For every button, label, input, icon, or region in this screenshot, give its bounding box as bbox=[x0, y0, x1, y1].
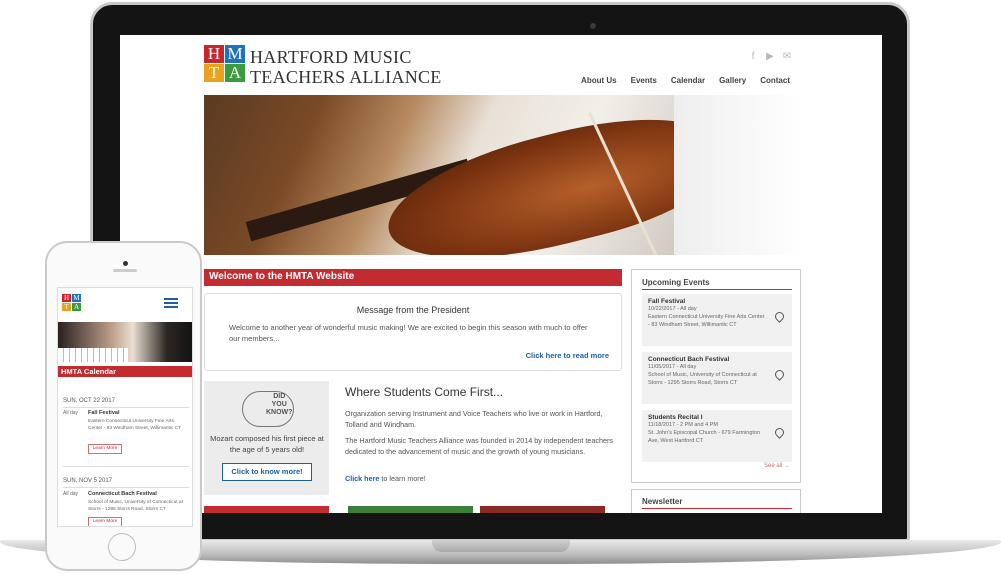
phone-camera bbox=[123, 261, 128, 266]
tile-green bbox=[348, 506, 473, 513]
read-more-link[interactable]: Click here to read more bbox=[526, 351, 609, 360]
click-here-link[interactable]: Click here bbox=[345, 474, 379, 483]
calendar-date: SUN, OCT 22 2017 bbox=[63, 398, 115, 404]
hamburger-menu-icon[interactable] bbox=[164, 298, 178, 310]
phone-speaker bbox=[113, 269, 137, 272]
learn-more-line: Click here to learn more! bbox=[345, 474, 426, 483]
event-item[interactable]: Connecticut Bach Festival 11/05/2017 - A… bbox=[642, 352, 792, 404]
tile-dark-red bbox=[480, 506, 605, 513]
map-pin-icon[interactable] bbox=[773, 368, 786, 381]
main-nav: About Us Events Calendar Gallery Contact bbox=[581, 76, 790, 85]
nav-calendar[interactable]: Calendar bbox=[671, 76, 705, 85]
know-more-button[interactable]: Click to know more! bbox=[222, 463, 312, 481]
learn-more-button[interactable]: Learn More bbox=[88, 517, 122, 526]
section-paragraph-2: The Hartford Music Teachers Alliance was… bbox=[345, 436, 613, 456]
upcoming-events-panel: Upcoming Events Fall Festival 10/22/2017… bbox=[631, 269, 801, 483]
logo-letter-t: T bbox=[204, 64, 224, 82]
social-links: f ▶ ✉ bbox=[748, 51, 792, 62]
nav-gallery[interactable]: Gallery bbox=[719, 76, 746, 85]
site-logo[interactable]: H M T A bbox=[204, 45, 250, 85]
see-all-link[interactable]: See all → bbox=[764, 463, 790, 469]
calendar-event-name[interactable]: Fall Festival bbox=[88, 410, 120, 416]
org-name: HARTFORD MUSIC TEACHERS ALLIANCE bbox=[250, 47, 442, 87]
event-item[interactable]: Fall Festival 10/22/2017 - All day Easte… bbox=[642, 294, 792, 346]
president-text: Welcome to another year of wonderful mus… bbox=[229, 323, 588, 343]
calendar-event-meta: School of Music, University of Connectic… bbox=[88, 500, 183, 512]
youtube-icon[interactable]: ▶ bbox=[765, 51, 775, 62]
divider bbox=[63, 407, 189, 408]
map-pin-icon[interactable] bbox=[773, 426, 786, 439]
calendar-date: SUN, NOV 5 2017 bbox=[63, 478, 113, 484]
laptop-screen: H M T A HARTFORD MUSIC TEACHERS ALLIANCE… bbox=[120, 35, 882, 513]
logo-letter-m: M bbox=[225, 45, 245, 63]
logo-letter-h: H bbox=[204, 45, 224, 63]
facebook-icon[interactable]: f bbox=[748, 51, 758, 62]
hero-image bbox=[204, 95, 801, 255]
calendar-event-meta: Eastern Connecticut University Fine Arts… bbox=[88, 419, 182, 431]
divider bbox=[63, 466, 189, 467]
hero-shirt bbox=[674, 95, 801, 255]
webcam bbox=[590, 23, 596, 29]
welcome-banner: Welcome to the HMTA Website bbox=[204, 269, 622, 286]
president-message: Message from the President Welcome to an… bbox=[204, 293, 622, 371]
calendar-event-name[interactable]: Connecticut Bach Festival bbox=[88, 491, 157, 497]
map-pin-icon[interactable] bbox=[773, 310, 786, 323]
section-title: Where Students Come First... bbox=[345, 385, 504, 399]
phone-calendar-title: HMTA Calendar bbox=[58, 366, 192, 377]
event-item[interactable]: Students Recital I 11/18/2017 - 2 PM and… bbox=[642, 410, 792, 462]
did-you-know-label: DID YOU KNOW? bbox=[266, 393, 293, 416]
divider bbox=[63, 487, 189, 488]
logo-letter-a: A bbox=[225, 64, 245, 82]
upcoming-events-title: Upcoming Events bbox=[642, 278, 710, 287]
nav-events[interactable]: Events bbox=[631, 76, 657, 85]
phone-home-button[interactable] bbox=[108, 533, 136, 561]
piano-keys bbox=[58, 348, 128, 362]
president-title: Message from the President bbox=[356, 305, 470, 315]
all-day-label: All day bbox=[63, 410, 79, 416]
org-name-line2: TEACHERS ALLIANCE bbox=[250, 67, 442, 87]
org-name-line1: HARTFORD MUSIC bbox=[250, 47, 412, 67]
tile-red bbox=[204, 506, 329, 513]
newsletter-panel: Newsletter bbox=[631, 489, 801, 513]
learn-more-button[interactable]: Learn More bbox=[88, 444, 122, 454]
fact-text: Mozart composed his first piece at the a… bbox=[210, 434, 324, 454]
phone-screen: H M T A HMTA Calendar SUN, OCT 22 2017 A… bbox=[57, 287, 193, 527]
phone-logo[interactable]: H M T A bbox=[62, 294, 82, 312]
nav-contact[interactable]: Contact bbox=[760, 76, 790, 85]
nav-about-us[interactable]: About Us bbox=[581, 76, 617, 85]
newsletter-title: Newsletter bbox=[642, 497, 683, 506]
did-you-know-card: DID YOU KNOW? Mozart composed his first … bbox=[204, 381, 329, 495]
section-paragraph-1: Organization serving Instrument and Voic… bbox=[345, 409, 603, 429]
all-day-label: All day bbox=[63, 491, 79, 497]
divider bbox=[642, 508, 792, 509]
laptop-notch bbox=[432, 540, 570, 552]
email-icon[interactable]: ✉ bbox=[782, 51, 792, 62]
divider bbox=[642, 289, 792, 290]
